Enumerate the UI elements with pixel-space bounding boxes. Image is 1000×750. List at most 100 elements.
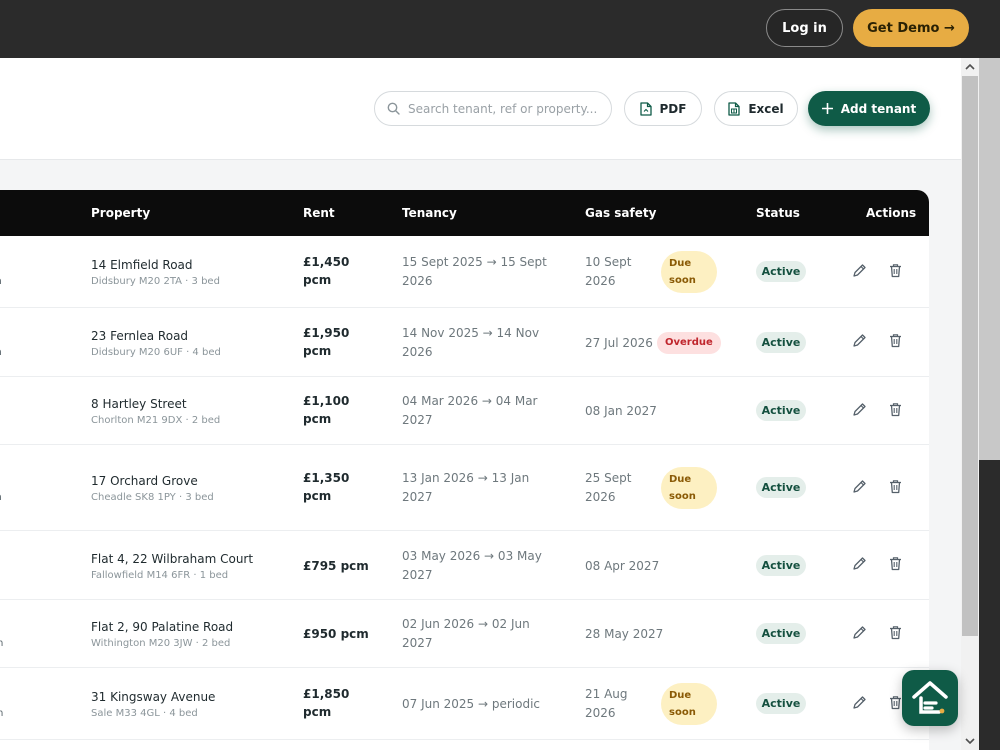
column-header-rent[interactable]: Rent: [303, 190, 335, 236]
tenancy-dates: 13 Jan 2026 → 13 Jan 2027: [402, 471, 530, 504]
table-row[interactable]: com Flat 2, 90 Palatine Road Withington M2…: [0, 600, 929, 668]
column-header-property[interactable]: Property: [91, 190, 150, 236]
tenancy-dates: 15 Sept 2025 → 15 Sept 2026: [402, 255, 547, 288]
edit-button[interactable]: [850, 334, 868, 352]
property-address[interactable]: 14 Elmfield Road: [91, 258, 281, 272]
status-badge: Active: [756, 331, 806, 353]
tenancy-dates: 14 Nov 2025 → 14 Nov 2026: [402, 325, 540, 359]
delete-button[interactable]: [886, 625, 904, 643]
edit-button[interactable]: [850, 402, 868, 420]
app-launcher-button[interactable]: [902, 670, 958, 726]
property-cell: Flat 2, 90 Palatine Road Withington M20 3…: [91, 620, 281, 649]
tenant-email[interactable]: ample.com: [0, 492, 2, 503]
gas-status-badge: Overdue: [657, 331, 721, 354]
get-demo-button[interactable]: Get Demo →: [853, 9, 969, 47]
scroll-up-arrow[interactable]: [961, 58, 979, 76]
gas-safety-date: 28 May 2027: [585, 627, 664, 641]
rent-amount: £1,450 pcm: [303, 255, 350, 287]
scrollbar-thumb[interactable]: [962, 76, 978, 636]
gas-safety-date: 08 Apr 2027: [585, 558, 660, 573]
scroll-down-arrow[interactable]: [961, 732, 979, 750]
property-address[interactable]: Flat 4, 22 Wilbraham Court: [91, 552, 281, 566]
pencil-icon: [852, 695, 867, 714]
search-box[interactable]: [374, 91, 612, 126]
login-button[interactable]: Log in: [766, 9, 843, 47]
property-cell: 23 Fernlea Road Didsbury M20 6UF · 4 bed: [91, 329, 281, 358]
property-address[interactable]: 23 Fernlea Road: [91, 329, 281, 343]
edit-button[interactable]: [850, 557, 868, 575]
tenant-email[interactable]: com: [0, 708, 3, 719]
table-row[interactable]: ample.com 17 Orchard Grove Cheadle SK8 1PY…: [0, 445, 929, 531]
rent-amount: £1,850 pcm: [303, 687, 350, 719]
excel-label: Excel: [748, 101, 784, 116]
chevron-down-icon: [965, 738, 975, 744]
export-excel-button[interactable]: Excel: [714, 91, 798, 126]
table-row[interactable]: ple.com8 Hartley StreetChorlton M21 9DX …: [0, 377, 929, 445]
tenant-email[interactable]: ample.com: [0, 276, 2, 287]
property-cell: 14 Elmfield Road Didsbury M20 2TA · 3 bed: [91, 258, 281, 287]
status-badge: Active: [756, 261, 806, 282]
tenancy-dates: 04 Mar 2026 → 04 Mar 2027: [402, 394, 538, 427]
tenancy-dates: 07 Jun 2025 → periodic: [402, 697, 541, 711]
export-pdf-button[interactable]: PDF: [624, 91, 702, 126]
edit-button[interactable]: [850, 695, 868, 713]
property-cell: 8 Hartley Street Chorlton M21 9DX · 2 bed: [91, 397, 281, 426]
window-edge: [979, 58, 1000, 750]
property-details: Withington M20 3JW · 2 bed: [91, 638, 231, 649]
main-content: PDF Excel Add tenant Property Rent Tenan…: [0, 58, 961, 750]
property-address[interactable]: 8 Hartley Street: [91, 397, 281, 411]
rent-amount: £1,950 pcm: [303, 325, 350, 358]
pencil-icon: [852, 625, 867, 644]
property-cell: 31 Kingsway Avenue Sale M33 4GL · 4 bed: [91, 690, 281, 719]
edit-button[interactable]: [850, 625, 868, 643]
edit-button[interactable]: [850, 479, 868, 497]
chevron-up-icon: [965, 64, 975, 70]
property-address[interactable]: 31 Kingsway Avenue: [91, 690, 281, 704]
add-tenant-button[interactable]: Add tenant: [808, 91, 930, 126]
vertical-scrollbar[interactable]: [961, 58, 979, 750]
gas-status-badge: Due soon: [661, 251, 717, 293]
trash-icon: [889, 333, 902, 352]
add-tenant-label: Add tenant: [840, 101, 917, 116]
property-cell: Flat 4, 22 Wilbraham Court Fallowfield M1…: [91, 552, 281, 581]
pdf-label: PDF: [659, 101, 687, 116]
status-badge: Active: [756, 477, 806, 498]
rent-amount: £795 pcm: [303, 558, 369, 573]
column-header-status[interactable]: Status: [756, 190, 800, 236]
delete-button[interactable]: [886, 402, 904, 420]
gas-status-badge: Due soon: [661, 683, 717, 725]
column-header-actions: Actions: [866, 206, 917, 220]
pencil-icon: [852, 556, 867, 575]
tenant-email[interactable]: com: [0, 638, 3, 649]
pencil-icon: [852, 263, 867, 282]
search-input[interactable]: [408, 101, 598, 116]
tenant-email[interactable]: ample.com: [0, 347, 2, 358]
property-details: Cheadle SK8 1PY · 3 bed: [91, 492, 214, 503]
column-header-gas-safety[interactable]: Gas safety: [585, 190, 656, 236]
gas-safety-date: 08 Jan 2027: [585, 404, 657, 418]
top-nav: Log in Get Demo →: [0, 0, 1000, 58]
delete-button[interactable]: [886, 479, 904, 497]
table-row[interactable]: ample.com 14 Elmfield Road Didsbury M20 2T…: [0, 236, 929, 308]
property-details: Chorlton M21 9DX · 2 bed: [91, 415, 221, 426]
pencil-icon: [852, 479, 867, 498]
pencil-icon: [852, 402, 867, 421]
delete-button[interactable]: [886, 557, 904, 575]
tenant-toolbar: PDF Excel Add tenant: [0, 58, 961, 160]
edit-button[interactable]: [850, 263, 868, 281]
trash-icon: [889, 556, 902, 575]
property-address[interactable]: 17 Orchard Grove: [91, 474, 281, 488]
column-header-tenancy[interactable]: Tenancy: [402, 190, 457, 236]
table-row[interactable]: ample.com 23 Fernlea Road Didsbury M20 6UF…: [0, 308, 929, 377]
gas-safety-date: 25 Sept 2026: [585, 471, 632, 504]
property-details: Fallowfield M14 6FR · 1 bed: [91, 569, 229, 581]
window-edge-dark: [979, 460, 1000, 750]
search-icon: [387, 102, 400, 115]
delete-button[interactable]: [886, 334, 904, 352]
table-row[interactable]: le.comFlat 4, 22 Wilbraham CourtFallowfi…: [0, 531, 929, 600]
table-row[interactable]: com 31 Kingsway Avenue Sale M33 4GL · 4 be…: [0, 668, 929, 740]
status-badge: Active: [756, 693, 806, 714]
delete-button[interactable]: [886, 263, 904, 281]
status-badge: Active: [756, 623, 806, 644]
property-address[interactable]: Flat 2, 90 Palatine Road: [91, 620, 281, 634]
